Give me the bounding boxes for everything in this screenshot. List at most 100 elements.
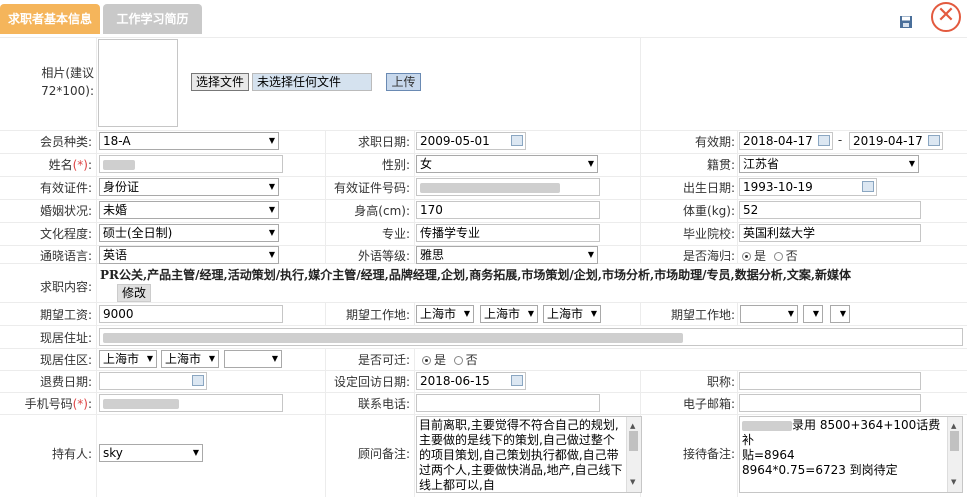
education-select[interactable]: 硕士(全日制) ▼ [99,224,279,242]
tab-work-study-resume[interactable]: 工作学习简历 [103,4,202,34]
school-input[interactable]: 英国利兹大学 [739,224,921,242]
major-input[interactable]: 传播学专业 [416,224,600,242]
consultant-note-textarea[interactable]: 目前离职,主要觉得不符合自己的规划,主要做的是线下的策划,自己做过整个的项目策划… [416,416,642,493]
member-type-select[interactable]: 18-A ▼ [99,132,279,150]
district-label: 现居住区: [39,353,92,367]
name-input[interactable] [99,155,283,173]
reception-note-textarea[interactable]: 录用 8500+364+100话费补 贴=8964 8964*0.75=6723… [739,416,963,493]
consultant-note-label: 顾问备注: [357,447,410,461]
gender-label: 性别: [381,158,410,172]
scrollbar[interactable]: ▲ ▼ [947,417,962,492]
calendar-icon[interactable] [862,181,874,192]
marital-label: 婚姻状况: [39,204,92,218]
height-label: 身高(cm): [354,204,410,218]
phone-label: 联系电话: [357,397,410,411]
id-type-select[interactable]: 身份证 ▼ [99,178,279,196]
language-select[interactable]: 英语 ▼ [99,246,279,264]
photo-label: 相片(建议 72*100): [41,66,94,98]
relocate-label: 是否可迁: [357,353,410,367]
school-label: 毕业院校: [682,227,735,241]
relocate-no-radio[interactable] [453,356,463,365]
holder-select[interactable]: sky ▼ [99,444,203,462]
salary-input[interactable]: 9000 [99,305,283,323]
phone-input[interactable] [416,394,600,412]
work-place-2-select-1[interactable]: ▼ [740,305,798,323]
gender-select[interactable]: 女 ▼ [416,155,598,173]
photo-preview [98,39,178,127]
calendar-icon[interactable] [511,375,523,386]
native-place-label: 籍贯: [706,158,735,172]
work-place-2-select-3[interactable]: ▼ [830,305,850,323]
form-grid: 相片(建议 72*100): 选择文件 未选择任何文件 上传 会员种类: 18-… [0,36,967,497]
lang-level-select[interactable]: 雅思 ▼ [416,246,598,264]
address-label: 现居住址: [39,331,92,345]
tab-basic-info[interactable]: 求职者基本信息 [0,4,100,34]
close-icon[interactable]: ✕ [931,2,961,32]
native-place-select[interactable]: 江苏省 ▼ [739,155,919,173]
member-type-label: 会员种类: [39,135,92,149]
salary-label: 期望工资: [39,308,92,322]
overseas-no-radio[interactable] [773,252,783,261]
calendar-icon[interactable] [192,375,204,386]
valid-start-input[interactable]: 2018-04-17 [739,132,833,150]
tab-bar: 求职者基本信息 工作学习简历 ✕ [0,0,967,36]
birth-date-input[interactable]: 1993-10-19 [739,178,877,196]
education-label: 文化程度: [39,227,92,241]
marital-select[interactable]: 未婚 ▼ [99,201,279,219]
district-select-3[interactable]: ▼ [224,350,282,368]
id-type-label: 有效证件: [39,181,92,195]
birth-date-label: 出生日期: [682,181,735,195]
district-select-1[interactable]: 上海市 ▼ [99,350,157,368]
overseas-yes-radio[interactable] [742,252,751,261]
calendar-icon[interactable] [818,135,830,146]
job-content-label: 求职内容: [39,280,92,294]
valid-period-separator: - [837,133,843,147]
address-input[interactable] [99,328,963,346]
visit-date-label: 设定回访日期: [333,375,410,389]
file-status: 未选择任何文件 [252,73,372,91]
calendar-icon[interactable] [511,135,523,146]
overseas-radio-group[interactable]: 是 否 [742,247,798,264]
apply-date-label: 求职日期: [357,135,410,149]
modify-button[interactable]: 修改 [117,284,152,302]
job-content-text: PR公关,产品主管/经理,活动策划/执行,媒介主管/经理,品牌经理,企划,商务拓… [100,268,852,282]
email-input[interactable] [739,394,921,412]
valid-end-input[interactable]: 2019-04-17 [849,132,943,150]
work-place-select-3[interactable]: 上海市 ▼ [543,305,601,323]
refund-date-input[interactable] [99,372,207,390]
upload-button[interactable]: 上传 [386,73,421,91]
id-number-label: 有效证件号码: [333,181,410,195]
lang-level-label: 外语等级: [357,249,410,263]
height-input[interactable]: 170 [416,201,600,219]
refund-date-label: 退费日期: [39,375,92,389]
work-place-2-label: 期望工作地: [670,308,735,322]
weight-input[interactable]: 52 [739,201,921,219]
valid-period-label: 有效期: [694,135,735,149]
language-label: 通晓语言: [39,249,92,263]
relocate-yes-radio[interactable] [422,356,431,365]
title-label: 职称: [706,375,735,389]
mobile-input[interactable] [99,394,283,412]
visit-date-input[interactable]: 2018-06-15 [416,372,526,390]
choose-file-button[interactable]: 选择文件 [191,73,250,91]
reception-note-label: 接待备注: [682,447,735,461]
relocate-radio-group[interactable]: 是 否 [422,351,478,368]
overseas-label: 是否海归: [682,249,735,263]
holder-label: 持有人: [51,447,92,461]
id-number-input[interactable] [416,178,600,196]
email-label: 电子邮箱: [682,397,735,411]
calendar-icon[interactable] [928,135,940,146]
work-place-select-1[interactable]: 上海市 ▼ [416,305,474,323]
mobile-label: 手机号码(*): [24,397,92,411]
save-icon[interactable] [899,15,913,29]
major-label: 专业: [381,227,410,241]
work-place-select-2[interactable]: 上海市 ▼ [480,305,538,323]
scrollbar[interactable]: ▲ ▼ [626,417,641,492]
work-place-label: 期望工作地: [345,308,410,322]
work-place-2-select-2[interactable]: ▼ [803,305,823,323]
title-input[interactable] [739,372,921,390]
name-label: 姓名(*): [48,158,92,172]
district-select-2[interactable]: 上海市 ▼ [161,350,219,368]
apply-date-input[interactable]: 2009-05-01 [416,132,526,150]
weight-label: 体重(kg): [683,204,735,218]
